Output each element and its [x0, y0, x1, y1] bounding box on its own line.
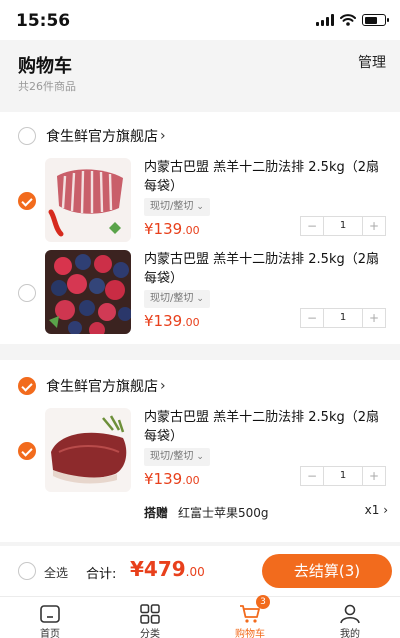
- spec-selector[interactable]: 现切/整切 ⌄: [144, 198, 210, 216]
- cart-item: 内蒙古巴盟 羔羊十二肋法排 2.5kg（2扇每袋） 现切/整切 ⌄ ¥139.00…: [0, 250, 400, 336]
- shop-name: 食生鲜官方旗舰店: [46, 379, 158, 395]
- increase-button[interactable]: +: [363, 217, 385, 235]
- chevron-down-icon: ⌄: [196, 294, 204, 304]
- gift-label: 搭赠: [144, 505, 169, 520]
- product-price: ¥139.00: [144, 220, 200, 238]
- shop-name: 食生鲜官方旗舰店: [46, 129, 158, 145]
- shop-link[interactable]: 食生鲜官方旗舰店 ›: [46, 376, 166, 396]
- home-icon: [40, 605, 60, 623]
- spec-label: 现切/整切: [150, 201, 194, 212]
- checkout-bar: 全选 合计: ¥479.00 去结算(3): [0, 546, 400, 596]
- product-title[interactable]: 内蒙古巴盟 羔羊十二肋法排 2.5kg（2扇每袋）: [144, 158, 388, 196]
- total-label: 合计:: [86, 567, 117, 582]
- product-price: ¥139.00: [144, 312, 200, 330]
- tab-bar: 首页 分类 3 购物车 我的: [0, 595, 400, 638]
- status-bar: 15:56: [0, 0, 400, 40]
- select-all-label[interactable]: 全选: [44, 564, 68, 581]
- decrease-button[interactable]: −: [301, 309, 323, 327]
- tab-label: 首页: [40, 629, 60, 638]
- spec-label: 现切/整切: [150, 451, 194, 462]
- price-decimal: .00: [182, 474, 200, 487]
- quantity-input[interactable]: 1: [323, 217, 363, 235]
- shop-checkbox[interactable]: [18, 377, 36, 395]
- decrease-button[interactable]: −: [301, 467, 323, 485]
- gift-quantity: x1 ›: [364, 503, 388, 517]
- increase-button[interactable]: +: [363, 467, 385, 485]
- increase-button[interactable]: +: [363, 309, 385, 327]
- quantity-stepper: − 1 +: [300, 216, 386, 236]
- lamb-ribs-image[interactable]: [45, 158, 131, 242]
- tab-label: 购物车: [235, 629, 265, 638]
- shop-checkbox[interactable]: [18, 127, 36, 145]
- tab-category[interactable]: 分类: [100, 597, 200, 638]
- price-integer: ¥139: [144, 220, 183, 238]
- chevron-right-icon: ›: [160, 128, 166, 144]
- page-title: 购物车: [18, 56, 72, 77]
- spec-selector[interactable]: 现切/整切 ⌄: [144, 448, 210, 466]
- product-title[interactable]: 内蒙古巴盟 羔羊十二肋法排 2.5kg（2扇每袋）: [144, 408, 388, 446]
- shop-card: 食生鲜官方旗舰店 › 内蒙古巴盟 羔羊十二肋法排 2.5kg（2扇每袋） 现切/…: [0, 112, 400, 344]
- quantity-stepper: − 1 +: [300, 466, 386, 486]
- battery-icon: [362, 14, 389, 26]
- product-title[interactable]: 内蒙古巴盟 羔羊十二肋法排 2.5kg（2扇每袋）: [144, 250, 388, 288]
- cart-item: 内蒙古巴盟 羔羊十二肋法排 2.5kg（2扇每袋） 现切/整切 ⌄ ¥139.00…: [0, 158, 400, 244]
- tab-label: 分类: [140, 629, 160, 638]
- berries-image[interactable]: [45, 250, 131, 334]
- beef-image[interactable]: [45, 408, 131, 492]
- status-time: 15:56: [16, 11, 71, 31]
- item-checkbox[interactable]: [18, 442, 36, 460]
- wifi-icon: [340, 14, 356, 26]
- price-integer: ¥139: [144, 470, 183, 488]
- tab-cart[interactable]: 3 购物车: [200, 595, 300, 638]
- signal-icon: [316, 14, 334, 26]
- quantity-input[interactable]: 1: [323, 467, 363, 485]
- item-checkbox[interactable]: [18, 192, 36, 210]
- price-integer: ¥139: [144, 312, 183, 330]
- category-icon: [140, 604, 160, 624]
- manage-button[interactable]: 管理: [358, 52, 386, 72]
- total-decimal: .00: [185, 565, 205, 579]
- quantity-input[interactable]: 1: [323, 309, 363, 327]
- decrease-button[interactable]: −: [301, 217, 323, 235]
- item-count: 共26件商品: [18, 80, 76, 93]
- tab-profile[interactable]: 我的: [300, 597, 400, 638]
- cart-badge: 3: [256, 595, 270, 609]
- spec-selector[interactable]: 现切/整切 ⌄: [144, 290, 210, 308]
- price-decimal: .00: [182, 316, 200, 329]
- select-all-checkbox[interactable]: [18, 562, 36, 580]
- profile-icon: [340, 604, 360, 624]
- total-price: ¥479.00: [130, 557, 205, 581]
- item-checkbox[interactable]: [18, 284, 36, 302]
- tab-label: 我的: [340, 629, 360, 638]
- gift-item: 红富士苹果500g: [178, 505, 269, 520]
- price-decimal: .00: [182, 224, 200, 237]
- page-header: 购物车 共26件商品 管理: [0, 40, 400, 108]
- chevron-right-icon: ›: [160, 378, 166, 394]
- shop-link[interactable]: 食生鲜官方旗舰店 ›: [46, 126, 166, 146]
- cart-item: 内蒙古巴盟 羔羊十二肋法排 2.5kg（2扇每袋） 现切/整切 ⌄ ¥139.00…: [0, 408, 400, 494]
- status-icons: [316, 14, 389, 26]
- product-price: ¥139.00: [144, 470, 200, 488]
- gift-row[interactable]: 搭赠 红富士苹果500g x1 ›: [144, 503, 388, 521]
- chevron-down-icon: ⌄: [196, 202, 204, 212]
- tab-home[interactable]: 首页: [0, 597, 100, 638]
- total-integer: ¥479: [130, 557, 186, 581]
- quantity-stepper: − 1 +: [300, 308, 386, 328]
- spec-label: 现切/整切: [150, 293, 194, 304]
- checkout-button[interactable]: 去结算(3): [262, 554, 392, 588]
- chevron-down-icon: ⌄: [196, 452, 204, 462]
